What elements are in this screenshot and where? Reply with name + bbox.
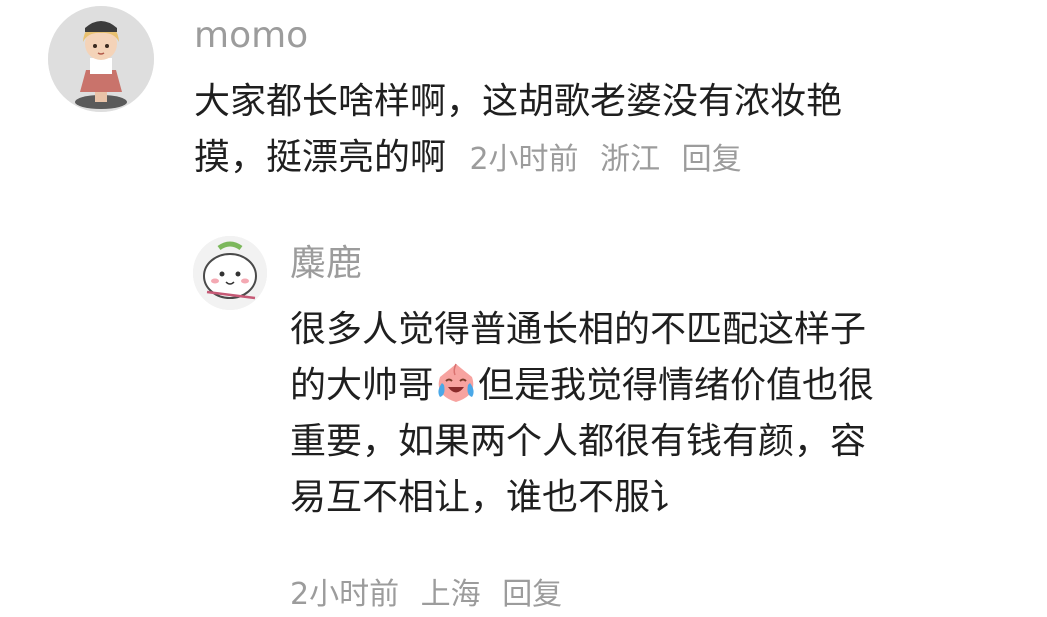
reply-location: 上海 xyxy=(420,577,481,612)
reply-text: 很多人觉得普通长相的不匹配这样子 的大帅哥 但是我觉得情绪价值也很 重要，如果两… xyxy=(290,302,1010,526)
cartoon-girl-avatar-icon xyxy=(48,6,154,112)
comment-username[interactable]: momo xyxy=(194,16,308,56)
reply-username[interactable]: 麋鹿 xyxy=(290,244,362,284)
reply-meta: 2小时前 上海 回复 xyxy=(290,575,562,615)
reply-text-segment: 但是我觉得情绪价值也很 xyxy=(478,365,875,406)
comment-text: 大家都长啥样啊，这胡歌老婆没有浓妆艳 摸，挺漂亮的啊 2小时前 浙江 回复 xyxy=(194,74,1014,188)
crying-laughing-peach-emoji-icon xyxy=(438,363,474,402)
comment-time: 2小时前 xyxy=(469,142,579,177)
reply-button[interactable]: 回复 xyxy=(502,575,562,615)
comment-location: 浙江 xyxy=(600,142,661,177)
comment-item: momo 大家都长啥样啊，这胡歌老婆没有浓妆艳 摸，挺漂亮的啊 2小时前 浙江 … xyxy=(0,0,1047,210)
reply-text-line: 很多人觉得普通长相的不匹配这样子 xyxy=(290,309,867,350)
reply-time: 2小时前 xyxy=(290,577,400,612)
reply-text-line: 易互不相让，谁也不服讠 xyxy=(290,477,687,518)
avatar[interactable] xyxy=(48,6,154,112)
reply-text-segment: 的大帅哥 xyxy=(290,365,435,406)
reply-text-line: 重要，如果两个人都很有钱有颜，容 xyxy=(290,421,867,462)
reply-text-line: 的大帅哥 但是我觉得情绪价值也很 xyxy=(290,358,1010,414)
comment-text-line: 摸，挺漂亮的啊 xyxy=(194,137,447,178)
white-bunny-avatar-icon xyxy=(193,236,267,310)
comment-text-line-with-meta: 摸，挺漂亮的啊 2小时前 浙江 回复 xyxy=(194,130,1014,188)
reply-item: 麋鹿 很多人觉得普通长相的不匹配这样子 的大帅哥 但是我觉得情绪价值也很 重要，… xyxy=(0,220,1047,617)
comment-meta: 2小时前 浙江 回复 xyxy=(457,142,741,177)
reply-button[interactable]: 回复 xyxy=(682,132,742,188)
comment-text-line: 大家都长啥样啊，这胡歌老婆没有浓妆艳 xyxy=(194,81,843,122)
avatar[interactable] xyxy=(193,236,267,310)
